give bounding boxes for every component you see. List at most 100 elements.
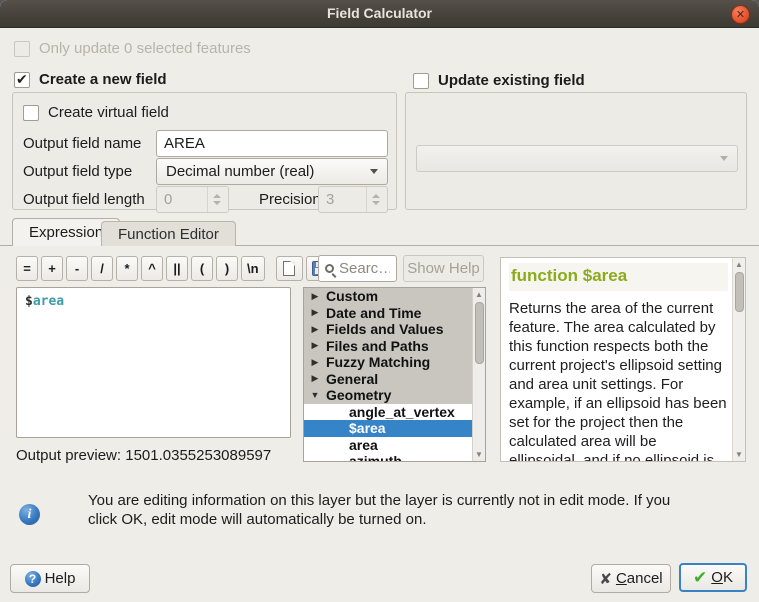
window-title: Field Calculator [0, 5, 759, 21]
expression-editor[interactable]: $area [16, 287, 291, 438]
update-existing-label: Update existing field [438, 72, 585, 89]
create-new-field-checkbox[interactable]: Create a new field [14, 71, 167, 88]
function-help-body: Returns the area of the current feature.… [509, 299, 728, 462]
tree-group-label: Custom [326, 288, 378, 304]
function-tree[interactable]: ▶Custom ▶Date and Time ▶Fields and Value… [303, 287, 486, 462]
new-field-groupbox: Create virtual field Output field name A… [12, 92, 397, 210]
tree-group-custom[interactable]: ▶Custom [304, 288, 472, 305]
tree-group-label: Fuzzy Matching [326, 354, 430, 370]
operator-concat-button[interactable]: || [166, 256, 188, 281]
output-field-name-label: Output field name [23, 135, 141, 152]
close-icon[interactable]: ✕ [731, 5, 750, 24]
operator-newline-button[interactable]: \n [241, 256, 265, 281]
tree-group-label: Geometry [326, 387, 391, 403]
tree-scrollbar[interactable]: ▲ ▼ [472, 288, 485, 461]
chevron-down-icon [720, 156, 728, 161]
scroll-down-icon[interactable]: ▼ [735, 448, 743, 461]
expanded-arrow-icon[interactable]: ▼ [304, 390, 326, 400]
help-button[interactable]: ? Help [10, 564, 90, 593]
tree-group-date-and-time[interactable]: ▶Date and Time [304, 305, 472, 322]
only-update-checkbox-box [14, 41, 30, 57]
search-input[interactable] [339, 260, 390, 277]
operator-multiply-button[interactable]: * [116, 256, 138, 281]
operator-plus-button[interactable]: + [41, 256, 63, 281]
info-icon: i [19, 504, 40, 525]
operator-divide-button[interactable]: / [91, 256, 113, 281]
operator-power-button[interactable]: ^ [141, 256, 163, 281]
operator-close-paren-button[interactable]: ) [216, 256, 238, 281]
spinner-arrows-icon [207, 187, 221, 212]
precision-spinner: 3 [318, 186, 388, 213]
create-virtual-field-checkbox[interactable]: Create virtual field [23, 104, 169, 121]
function-help-content: function $area Returns the area of the c… [501, 258, 732, 461]
output-field-length-value: 0 [164, 191, 172, 208]
expression-text: area [33, 294, 64, 309]
operator-open-paren-button[interactable]: ( [191, 256, 213, 281]
expression-dollar: $ [25, 294, 33, 309]
output-field-name-input[interactable]: AREA [156, 130, 388, 157]
chevron-down-icon [370, 169, 378, 174]
help-scrollbar[interactable]: ▲ ▼ [732, 258, 745, 461]
scrollbar-thumb[interactable] [475, 302, 484, 364]
show-help-button: Show Help [403, 255, 484, 282]
tree-group-label: General [326, 371, 378, 387]
output-preview: Output preview: 1501.0355253089597 [16, 447, 271, 464]
new-file-icon [283, 261, 295, 276]
scrollbar-thumb[interactable] [735, 272, 744, 312]
tab-expression-label: Expression [29, 224, 103, 241]
output-preview-label: Output preview: [16, 447, 121, 464]
only-update-label: Only update 0 selected features [39, 40, 251, 57]
tree-item-angle-at-vertex[interactable]: angle_at_vertex [304, 404, 472, 421]
output-field-type-value: Decimal number (real) [166, 163, 314, 180]
titlebar: Field Calculator ✕ [0, 0, 759, 28]
collapsed-arrow-icon[interactable]: ▶ [304, 340, 326, 351]
collapsed-arrow-icon[interactable]: ▶ [304, 357, 326, 368]
create-new-field-checkbox-box[interactable] [14, 72, 30, 88]
ok-button[interactable]: ✔ OK [679, 563, 747, 592]
help-button-label: Help [45, 570, 76, 587]
precision-value: 3 [326, 191, 334, 208]
tree-group-general[interactable]: ▶General [304, 371, 472, 388]
tree-item-area[interactable]: area [304, 437, 472, 454]
tree-group-fields-and-values[interactable]: ▶Fields and Values [304, 321, 472, 338]
operator-toolbar: = + - / * ^ || ( ) \n [16, 256, 363, 281]
collapsed-arrow-icon[interactable]: ▶ [304, 291, 326, 302]
new-expression-button[interactable] [276, 256, 303, 281]
output-preview-value: 1501.0355253089597 [125, 447, 271, 464]
cancel-x-icon: ✘ [599, 570, 612, 588]
existing-field-select [416, 145, 738, 172]
tree-group-label: Files and Paths [326, 338, 429, 354]
tree-group-geometry[interactable]: ▼Geometry [304, 387, 472, 404]
tree-item-area-variable[interactable]: $area [304, 420, 472, 437]
update-existing-checkbox[interactable]: Update existing field [413, 72, 585, 89]
tab-function-editor-label: Function Editor [118, 226, 219, 243]
spinner-arrows-icon [366, 187, 380, 212]
tree-group-label: Fields and Values [326, 321, 444, 337]
operator-minus-button[interactable]: - [66, 256, 88, 281]
scroll-up-icon[interactable]: ▲ [735, 258, 743, 271]
only-update-checkbox: Only update 0 selected features [14, 40, 251, 57]
tree-group-fuzzy-matching[interactable]: ▶Fuzzy Matching [304, 354, 472, 371]
scroll-up-icon[interactable]: ▲ [475, 288, 483, 301]
collapsed-arrow-icon[interactable]: ▶ [304, 324, 326, 335]
output-field-length-spinner: 0 [156, 186, 229, 213]
ok-button-label: OK [711, 569, 733, 586]
precision-label: Precision [259, 191, 321, 208]
tree-group-files-and-paths[interactable]: ▶Files and Paths [304, 338, 472, 355]
ok-check-icon: ✔ [693, 568, 707, 588]
collapsed-arrow-icon[interactable]: ▶ [304, 373, 326, 384]
collapsed-arrow-icon[interactable]: ▶ [304, 307, 326, 318]
cancel-button[interactable]: ✘ Cancel [591, 564, 671, 593]
function-help-panel: function $area Returns the area of the c… [500, 257, 746, 462]
search-icon [325, 264, 334, 273]
operator-equals-button[interactable]: = [16, 256, 38, 281]
output-field-type-select[interactable]: Decimal number (real) [156, 158, 388, 185]
tab-function-editor[interactable]: Function Editor [101, 221, 236, 246]
create-virtual-field-label: Create virtual field [48, 104, 169, 121]
scroll-down-icon[interactable]: ▼ [475, 448, 483, 461]
update-existing-checkbox-box[interactable] [413, 73, 429, 89]
tree-item-azimuth[interactable]: azimuth [304, 453, 472, 462]
create-virtual-field-checkbox-box[interactable] [23, 105, 39, 121]
create-new-field-label: Create a new field [39, 71, 167, 88]
function-search[interactable] [318, 255, 397, 282]
